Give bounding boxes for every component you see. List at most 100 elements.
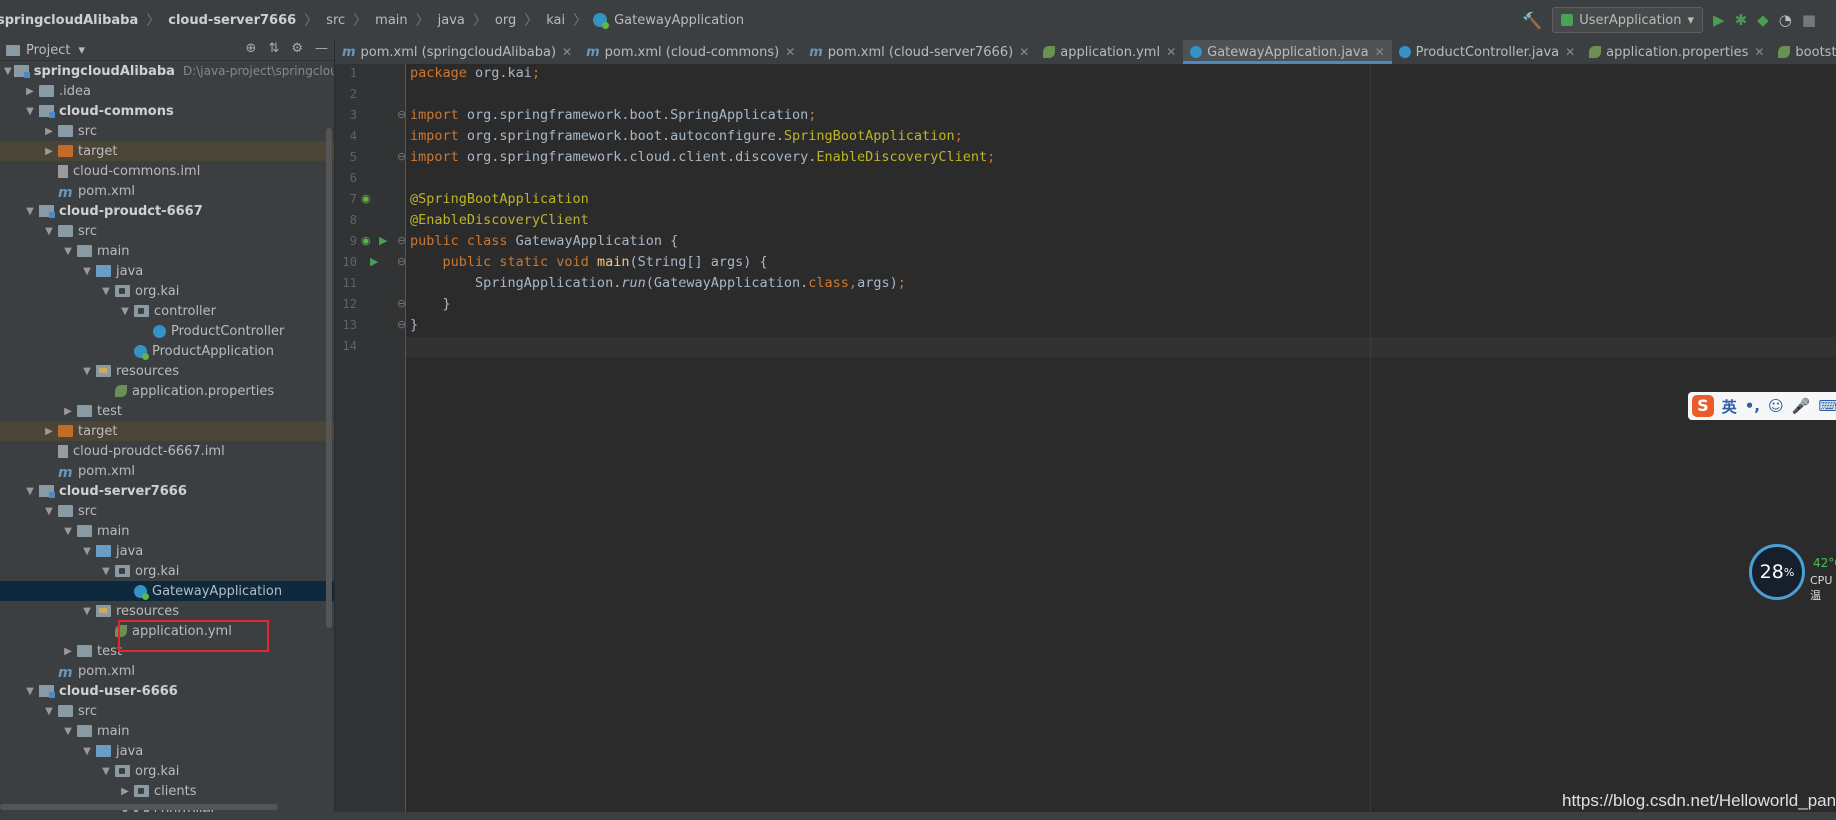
emoji-icon[interactable]: ☺ — [1768, 397, 1784, 415]
project-panel-header[interactable]: Project ▾ ⊕ ⇅ ⚙ — — [0, 40, 334, 61]
hide-icon[interactable]: — — [315, 41, 328, 56]
close-icon[interactable]: ✕ — [1375, 45, 1385, 59]
cpu-usage-widget[interactable]: 28% — [1749, 544, 1805, 600]
spring-bean-icon[interactable]: ◉ — [361, 192, 371, 205]
breadcrumb-item[interactable]: src — [324, 13, 347, 28]
tree-item[interactable]: ▼ cloud-user-6666 — [0, 681, 334, 701]
expand-right-icon[interactable]: ▶ — [61, 406, 75, 417]
close-icon[interactable]: ✕ — [1565, 45, 1575, 59]
debug-icon[interactable]: ✱ — [1735, 11, 1748, 29]
editor-tab[interactable]: bootstrap.properties✕ — [1771, 40, 1836, 64]
stop-icon[interactable]: ■ — [1802, 11, 1816, 29]
build-hammer-icon[interactable]: 🔨 — [1522, 11, 1542, 30]
expand-down-icon[interactable]: ▼ — [118, 306, 132, 317]
fold-marker-icon[interactable]: ⊖ — [397, 234, 406, 247]
breadcrumb-item[interactable]: cloud-server7666 — [166, 13, 298, 28]
tree-item[interactable]: ▼ java — [0, 741, 334, 761]
tree-item[interactable]: ▶ clients — [0, 781, 334, 801]
expand-down-icon[interactable]: ▼ — [61, 246, 75, 257]
tree-item[interactable]: ProductApplication — [0, 341, 334, 361]
code-editor[interactable] — [406, 64, 1836, 812]
editor-tab[interactable]: ProductController.java ✕ — [1392, 40, 1583, 64]
expand-down-icon[interactable]: ▼ — [61, 526, 75, 537]
tree-item[interactable]: ▶ .idea — [0, 81, 334, 101]
tree-item[interactable]: cloud-commons.iml — [0, 161, 334, 181]
expand-down-icon[interactable]: ▼ — [99, 286, 113, 297]
breadcrumb-item[interactable]: kai — [544, 13, 567, 28]
tree-item[interactable]: ▼ springcloudAlibaba D:\java-project\sprin… — [0, 61, 334, 81]
expand-down-icon[interactable]: ▼ — [99, 566, 113, 577]
tree-item[interactable]: ▼ org.kai — [0, 761, 334, 781]
expand-down-icon[interactable]: ▼ — [23, 486, 37, 497]
tree-item[interactable]: ▼ main — [0, 521, 334, 541]
keyboard-icon[interactable]: ⌨ — [1818, 397, 1836, 415]
close-icon[interactable]: ✕ — [1019, 45, 1029, 59]
locate-icon[interactable]: ⊕ — [246, 41, 257, 56]
expand-down-icon[interactable]: ▼ — [23, 206, 37, 217]
breadcrumb-item[interactable]: springcloudAlibaba — [0, 13, 140, 28]
run-gutter-icon[interactable]: ▶ — [370, 255, 378, 268]
tree-item[interactable]: ▼ org.kai — [0, 281, 334, 301]
expand-down-icon[interactable]: ▼ — [80, 366, 94, 377]
breadcrumb-item[interactable]: java — [436, 13, 467, 28]
close-icon[interactable]: ✕ — [785, 45, 795, 59]
expand-down-icon[interactable]: ▼ — [23, 106, 37, 117]
collapse-all-icon[interactable]: ⇅ — [268, 41, 279, 56]
tree-item[interactable]: ▶ target — [0, 421, 334, 441]
profiler-icon[interactable]: ◔ — [1779, 11, 1792, 29]
expand-down-icon[interactable]: ▼ — [61, 726, 75, 737]
editor-tab[interactable]: m pom.xml (cloud-commons) ✕ — [579, 40, 802, 64]
tree-item[interactable]: ▼ cloud-server7666 — [0, 481, 334, 501]
tree-item[interactable]: GatewayApplication — [0, 581, 334, 601]
coverage-icon[interactable]: ◆ — [1757, 11, 1769, 29]
close-icon[interactable]: ✕ — [562, 45, 572, 59]
ime-language[interactable]: 英 — [1722, 396, 1737, 417]
ime-punctuation[interactable]: •, — [1745, 397, 1760, 415]
tree-item[interactable]: ▼ main — [0, 241, 334, 261]
expand-down-icon[interactable]: ▼ — [23, 686, 37, 697]
tree-item[interactable]: ▼ resources — [0, 601, 334, 621]
horizontal-scrollbar[interactable] — [0, 804, 278, 810]
spring-bean-icon[interactable]: ◉ — [361, 234, 371, 247]
tree-item[interactable]: ▼ controller — [0, 301, 334, 321]
expand-right-icon[interactable]: ▶ — [42, 126, 56, 137]
tree-item[interactable]: ▼ java — [0, 261, 334, 281]
expand-right-icon[interactable]: ▶ — [42, 426, 56, 437]
tree-item[interactable]: ▼ main — [0, 721, 334, 741]
tree-item[interactable]: ▼ src — [0, 221, 334, 241]
editor-tab[interactable]: GatewayApplication.java ✕ — [1183, 40, 1392, 64]
breadcrumb-item[interactable]: org — [493, 13, 518, 28]
tree-item[interactable]: ProductController — [0, 321, 334, 341]
editor-tab[interactable]: m pom.xml (springcloudAlibaba) ✕ — [335, 40, 579, 64]
expand-down-icon[interactable]: ▼ — [80, 606, 94, 617]
vertical-scrollbar[interactable] — [326, 128, 332, 628]
tree-item[interactable]: ▼ resources — [0, 361, 334, 381]
gear-icon[interactable]: ⚙ — [291, 41, 303, 56]
tree-item[interactable]: ▼ src — [0, 701, 334, 721]
expand-right-icon[interactable]: ▶ — [23, 86, 37, 97]
expand-right-icon[interactable]: ▶ — [118, 786, 132, 797]
expand-down-icon[interactable]: ▼ — [42, 226, 56, 237]
tree-item[interactable]: m pom.xml — [0, 661, 334, 682]
tree-item[interactable]: ▼ java — [0, 541, 334, 561]
expand-right-icon[interactable]: ▶ — [61, 646, 75, 657]
fold-marker-icon[interactable]: ⊖ — [397, 318, 406, 331]
tree-item[interactable]: ▼ cloud-commons — [0, 101, 334, 121]
tree-item[interactable]: ▶ src — [0, 121, 334, 141]
breadcrumb-item[interactable]: GatewayApplication — [612, 13, 746, 28]
tree-item[interactable]: m pom.xml — [0, 461, 334, 482]
expand-down-icon[interactable]: ▼ — [80, 746, 94, 757]
tree-item[interactable]: ▼ org.kai — [0, 561, 334, 581]
expand-down-icon[interactable]: ▼ — [42, 706, 56, 717]
expand-down-icon[interactable]: ▼ — [80, 546, 94, 557]
breadcrumb-item[interactable]: main — [373, 13, 409, 28]
expand-down-icon[interactable]: ▼ — [80, 266, 94, 277]
editor-tab[interactable]: application.yml ✕ — [1036, 40, 1183, 64]
microphone-icon[interactable]: 🎤 — [1792, 397, 1811, 415]
expand-right-icon[interactable]: ▶ — [42, 146, 56, 157]
tree-item[interactable]: ▼ src — [0, 501, 334, 521]
run-gutter-icon[interactable]: ▶ — [379, 234, 387, 247]
tree-item[interactable]: ▶ test — [0, 401, 334, 421]
run-configuration-select[interactable]: UserApplication ▾ — [1552, 7, 1704, 33]
expand-down-icon[interactable]: ▼ — [99, 766, 113, 777]
